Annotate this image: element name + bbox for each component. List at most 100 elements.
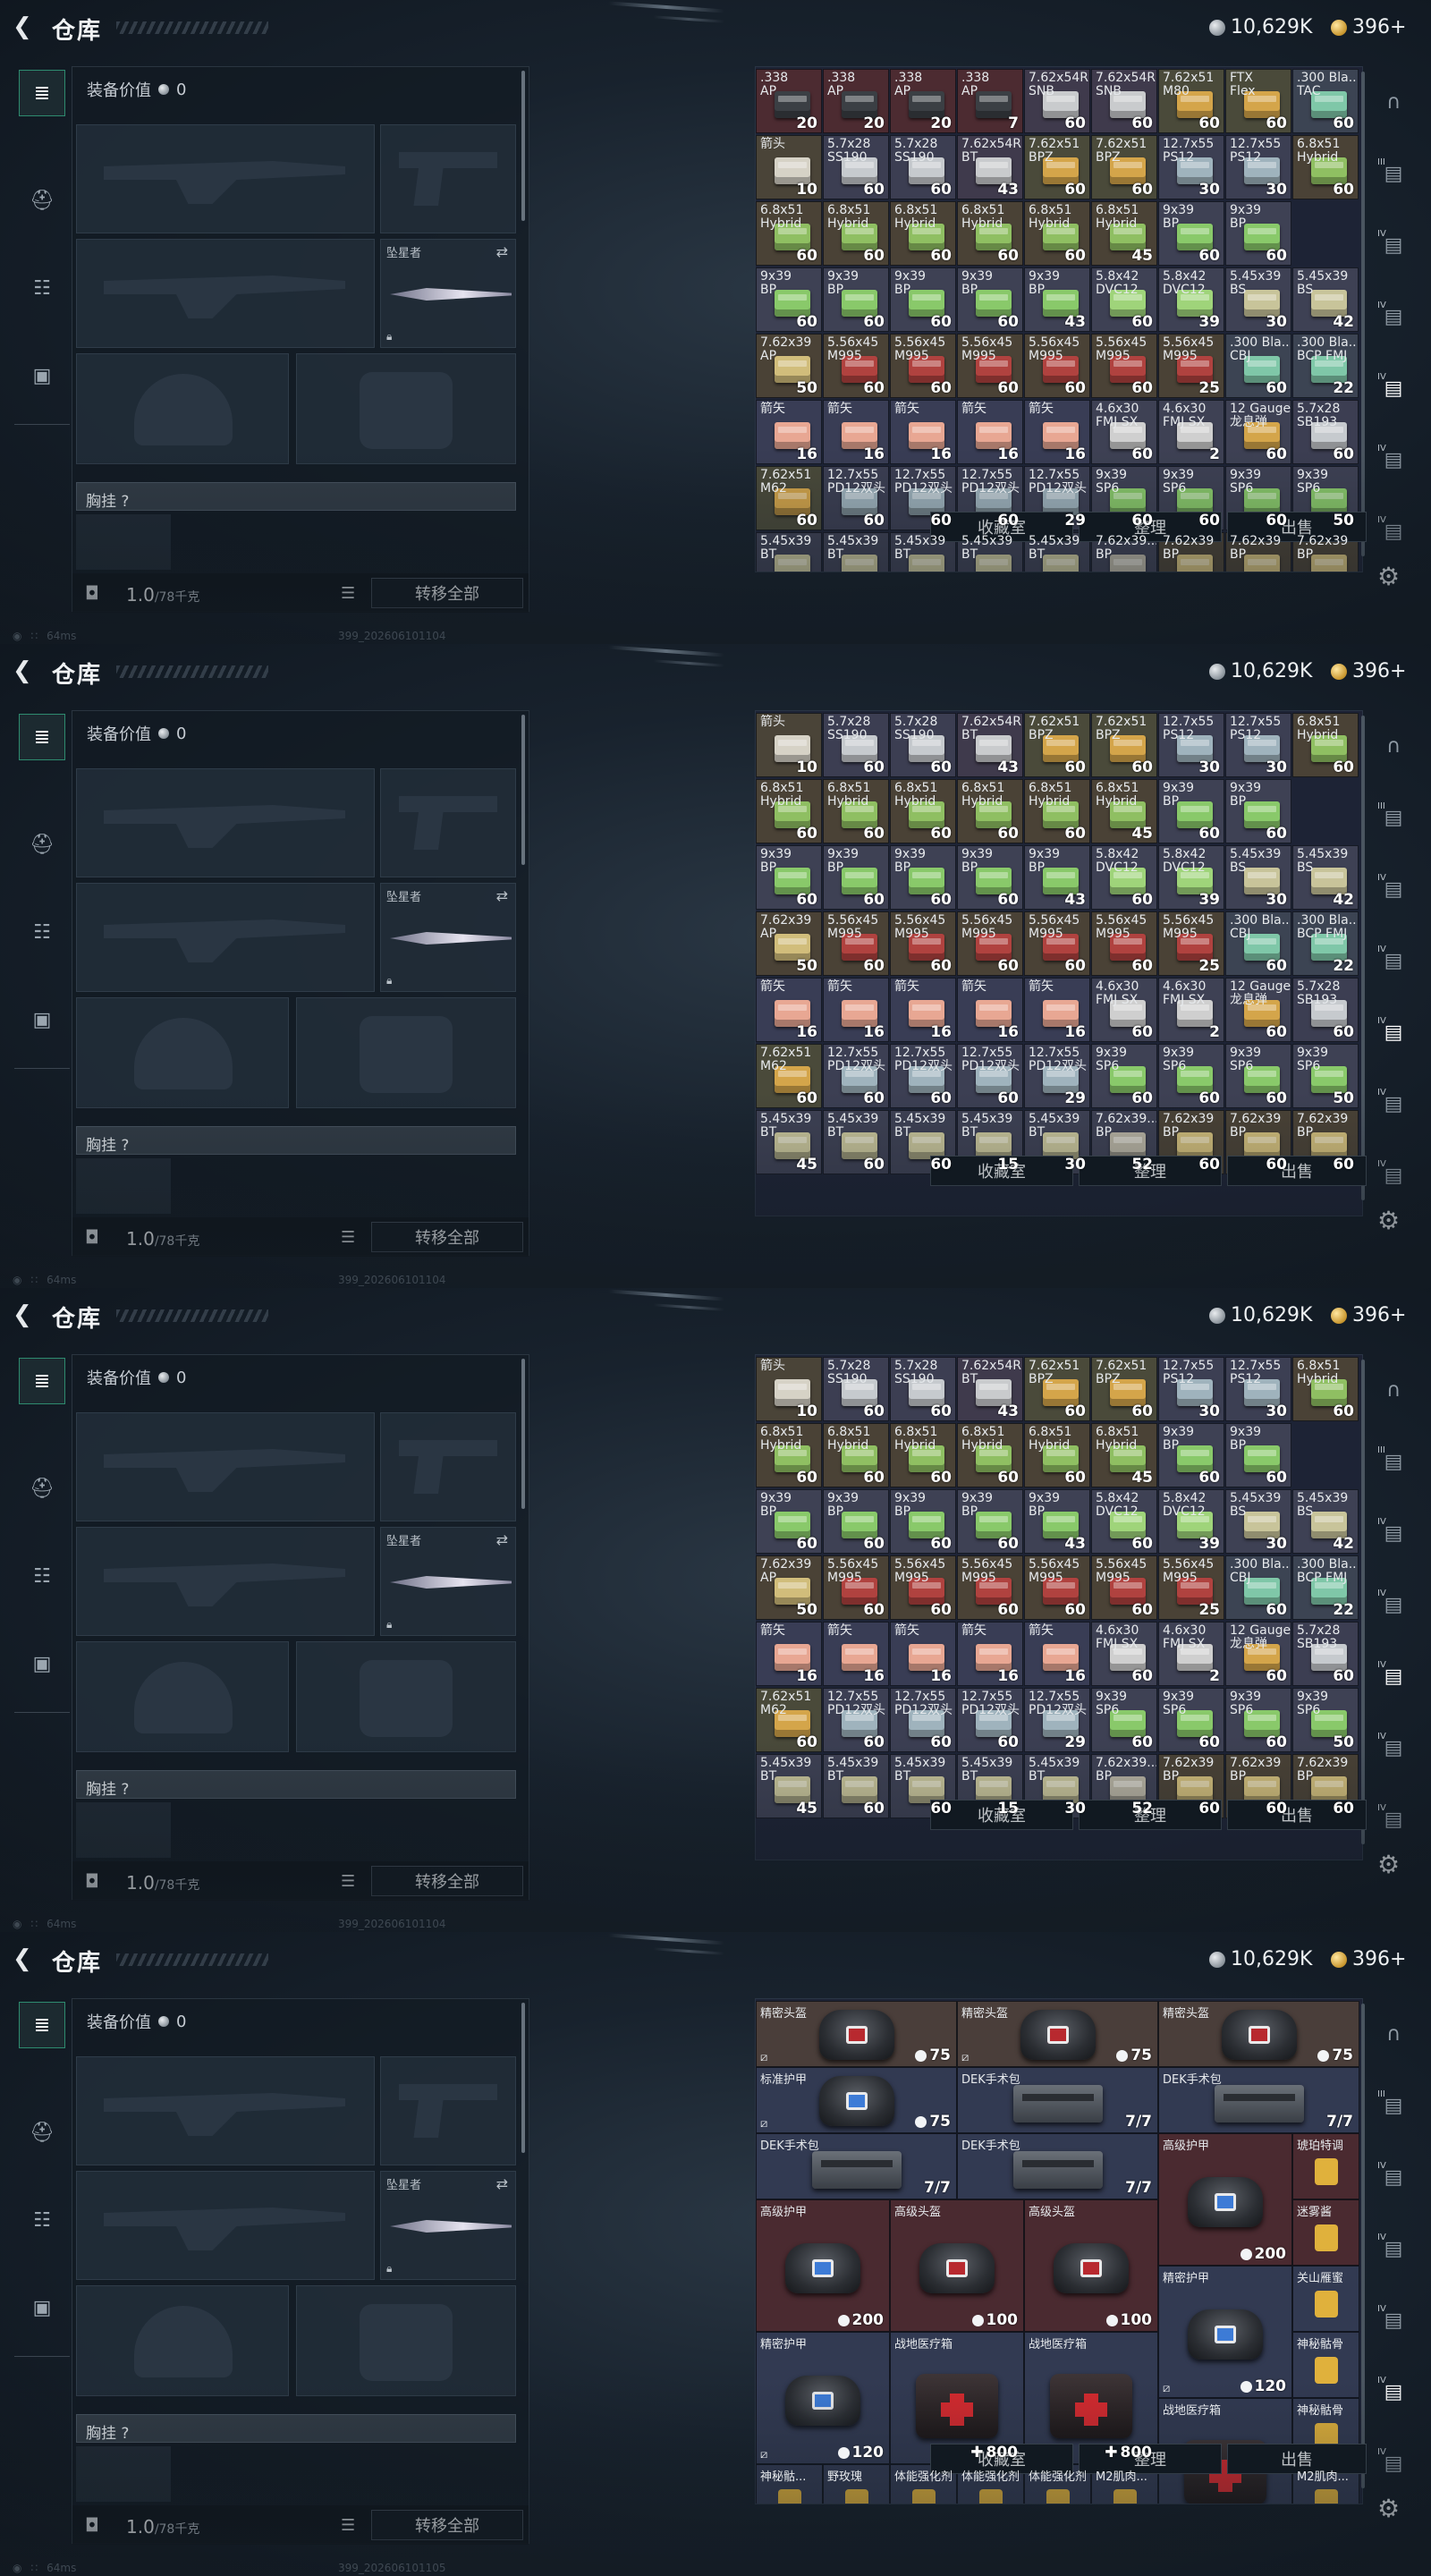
- ammo-cell[interactable]: 5.7x28 SB193 60: [1292, 1622, 1359, 1686]
- ammo-cell[interactable]: 7.62x51 BPZ 60: [1024, 135, 1090, 199]
- pistol-slot[interactable]: [380, 124, 516, 233]
- nav-page-5[interactable]: IV ▤: [1376, 1587, 1411, 1623]
- nav-page-3[interactable]: III ▤: [1376, 1444, 1411, 1479]
- ammo-cell[interactable]: 5.56x45 M995 25: [1158, 334, 1224, 398]
- nav-vest-tab[interactable]: ☷: [19, 2197, 65, 2243]
- ammo-cell[interactable]: 7.62x54R SNB60: [1024, 69, 1090, 133]
- gear-cell[interactable]: 神秘骷...: [756, 2464, 823, 2504]
- ammo-cell[interactable]: 12.7x55 PD12双头 60: [890, 1688, 956, 1752]
- melee-slot[interactable]: 坠星者 ⇄ 🔒︎: [380, 1527, 516, 1636]
- ammo-cell[interactable]: .338 AP20: [890, 710, 956, 711]
- chest-rig-bar[interactable]: 胸挂 ?: [76, 1770, 516, 1799]
- ammo-cell[interactable]: 12.7x55 PS12 30: [1158, 135, 1224, 199]
- ammo-cell[interactable]: .338 AP20: [756, 710, 822, 711]
- gear-cell[interactable]: 体能强化剂: [890, 2464, 957, 2504]
- ammo-cell[interactable]: 4.6x30 FMJ SX 60: [1091, 1622, 1157, 1686]
- ammo-cell[interactable]: 12.7x55 PS12 30: [1225, 135, 1291, 199]
- armor-slot[interactable]: [296, 353, 516, 464]
- transfer-all-button[interactable]: 转移全部: [371, 578, 523, 608]
- nav-weapon-tab[interactable]: ≣: [19, 714, 65, 760]
- ammo-cell[interactable]: 5.8x42 DVC12 60: [1091, 1489, 1157, 1554]
- ammo-cell[interactable]: 5.45x39 BT 60: [823, 1754, 889, 1818]
- ammo-cell[interactable]: 5.7x28 SS190 60: [823, 135, 889, 199]
- settings-gear-icon[interactable]: ⚙: [1377, 2494, 1400, 2523]
- ammo-cell[interactable]: 箭矢 16: [1024, 400, 1090, 464]
- ammo-cell[interactable]: .300 Bla... CBJ 60: [1225, 911, 1291, 976]
- ammo-cell[interactable]: 7.62x51 BPZ 60: [1024, 713, 1090, 777]
- ammo-cell[interactable]: 9x39 BP 60: [823, 1489, 889, 1554]
- storage-scrollbar[interactable]: [1361, 72, 1365, 556]
- ammo-cell[interactable]: 5.45x39 BS 30: [1225, 1489, 1291, 1554]
- back-arrow-icon[interactable]: ❮: [13, 1946, 38, 1971]
- ammo-cell[interactable]: 9x39 BP 43: [1024, 267, 1090, 332]
- ammo-cell[interactable]: 9x39 SP6 60: [1158, 1688, 1224, 1752]
- ammo-cell[interactable]: 9x39 BP 60: [1225, 779, 1291, 843]
- gold-currency[interactable]: 396+: [1331, 1948, 1406, 1970]
- nav-vest-tab[interactable]: ☷: [19, 265, 65, 311]
- ammo-cell[interactable]: 5.56x45 M995 60: [1091, 1555, 1157, 1620]
- ammo-cell[interactable]: 4.6x30 FMJ SX 60: [1091, 978, 1157, 1042]
- ammo-cell[interactable]: 6.8x51 Hybrid 60: [756, 1423, 822, 1487]
- ammo-cell[interactable]: 7.62x54R SNB60: [1091, 1354, 1157, 1355]
- ammo-cell[interactable]: 12 Gauge 龙息弹 60: [1225, 1622, 1291, 1686]
- secondary-weapon-slot[interactable]: [76, 239, 375, 348]
- helmet-slot[interactable]: [76, 997, 289, 1108]
- ammo-cell[interactable]: 6.8x51 Hybrid 60: [1292, 713, 1359, 777]
- secondary-weapon-slot[interactable]: [76, 2171, 375, 2280]
- ammo-cell[interactable]: 5.45x39 BT45: [756, 532, 822, 572]
- ammo-cell[interactable]: .338 AP20: [890, 1354, 956, 1355]
- ammo-cell[interactable]: 6.8x51 Hybrid 60: [1024, 779, 1090, 843]
- ammo-cell[interactable]: 9x39 SP6 60: [1158, 1044, 1224, 1108]
- ammo-cell[interactable]: 12.7x55 PD12双头 60: [890, 1044, 956, 1108]
- nav-page-7[interactable]: IV ▤: [1376, 2374, 1411, 2410]
- ammo-cell[interactable]: 5.56x45 M995 60: [823, 334, 889, 398]
- ammo-cell[interactable]: 6.8x51 Hybrid 45: [1091, 779, 1157, 843]
- ammo-cell[interactable]: 5.56x45 M995 60: [890, 334, 956, 398]
- chest-rig-bar[interactable]: 胸挂 ?: [76, 1126, 516, 1155]
- ammo-cell[interactable]: .338 AP7: [957, 1354, 1023, 1355]
- ammo-cell[interactable]: 9x39 BP 60: [756, 845, 822, 910]
- nav-page-4[interactable]: IV ▤: [1376, 2159, 1411, 2195]
- transfer-all-button[interactable]: 转移全部: [371, 2510, 523, 2540]
- chest-rig-slot[interactable]: [76, 514, 171, 570]
- nav-helmet-tab[interactable]: ⛑: [19, 821, 65, 868]
- nav-page-4[interactable]: IV ▤: [1376, 871, 1411, 907]
- gear-cell[interactable]: 神秘骷骨: [1292, 2332, 1359, 2398]
- ammo-cell[interactable]: 7.62x54R SNB60: [1024, 710, 1090, 711]
- equipment-scrollbar[interactable]: [521, 715, 525, 865]
- ammo-cell[interactable]: 7.62x51 BPZ 60: [1091, 713, 1157, 777]
- ammo-cell[interactable]: 6.8x51 Hybrid 60: [890, 779, 956, 843]
- ammo-cell[interactable]: 5.7x28 SS190 60: [890, 713, 956, 777]
- nav-safehouse[interactable]: ∩: [1376, 84, 1411, 120]
- ammo-cell[interactable]: 12.7x55 PD12双头 60: [823, 1688, 889, 1752]
- ammo-cell[interactable]: 箭矢 16: [823, 400, 889, 464]
- ammo-cell[interactable]: 9x39 SP6 60: [1225, 1688, 1291, 1752]
- ammo-cell[interactable]: 7.62x54R SNB60: [1091, 710, 1157, 711]
- helmet-slot[interactable]: [76, 353, 289, 464]
- armor-slot[interactable]: [296, 997, 516, 1108]
- ammo-cell[interactable]: 5.8x42 DVC12 60: [1091, 845, 1157, 910]
- pistol-slot[interactable]: [380, 768, 516, 877]
- armor-slot[interactable]: [296, 2285, 516, 2396]
- ammo-cell[interactable]: 5.45x39 BT45: [756, 1754, 822, 1818]
- ammo-cell[interactable]: 12.7x55 PD12双头 60: [890, 466, 956, 530]
- ammo-cell[interactable]: 7.62x51 M80 60: [1158, 69, 1224, 133]
- ammo-cell[interactable]: 9x39 BP 60: [957, 845, 1023, 910]
- swap-icon[interactable]: ⇄: [496, 243, 508, 260]
- ammo-cell[interactable]: 箭矢 16: [823, 1622, 889, 1686]
- nav-case-tab[interactable]: ▣: [19, 352, 65, 399]
- ammo-cell[interactable]: 7.62x54R SNB60: [1024, 1354, 1090, 1355]
- ammo-cell[interactable]: 12.7x55 PD12双头 60: [957, 1688, 1023, 1752]
- nav-page-8[interactable]: IV ▤: [1376, 1801, 1411, 1837]
- gear-cell[interactable]: 高级头盔 100: [1024, 2199, 1158, 2332]
- ammo-cell[interactable]: .300 Bla... CBJ 60: [1225, 334, 1291, 398]
- primary-weapon-slot[interactable]: [76, 124, 375, 233]
- ammo-cell[interactable]: 5.8x42 DVC12 60: [1091, 267, 1157, 332]
- nav-safehouse[interactable]: ∩: [1376, 728, 1411, 764]
- ammo-cell[interactable]: .338 AP20: [890, 69, 956, 133]
- ammo-cell[interactable]: 5.7x28 SB193 60: [1292, 978, 1359, 1042]
- ammo-cell[interactable]: 箭矢 16: [1024, 1622, 1090, 1686]
- nav-helmet-tab[interactable]: ⛑: [19, 177, 65, 224]
- ammo-cell[interactable]: 7.62x51 BPZ 60: [1091, 135, 1157, 199]
- nav-page-6[interactable]: IV ▤: [1376, 370, 1411, 406]
